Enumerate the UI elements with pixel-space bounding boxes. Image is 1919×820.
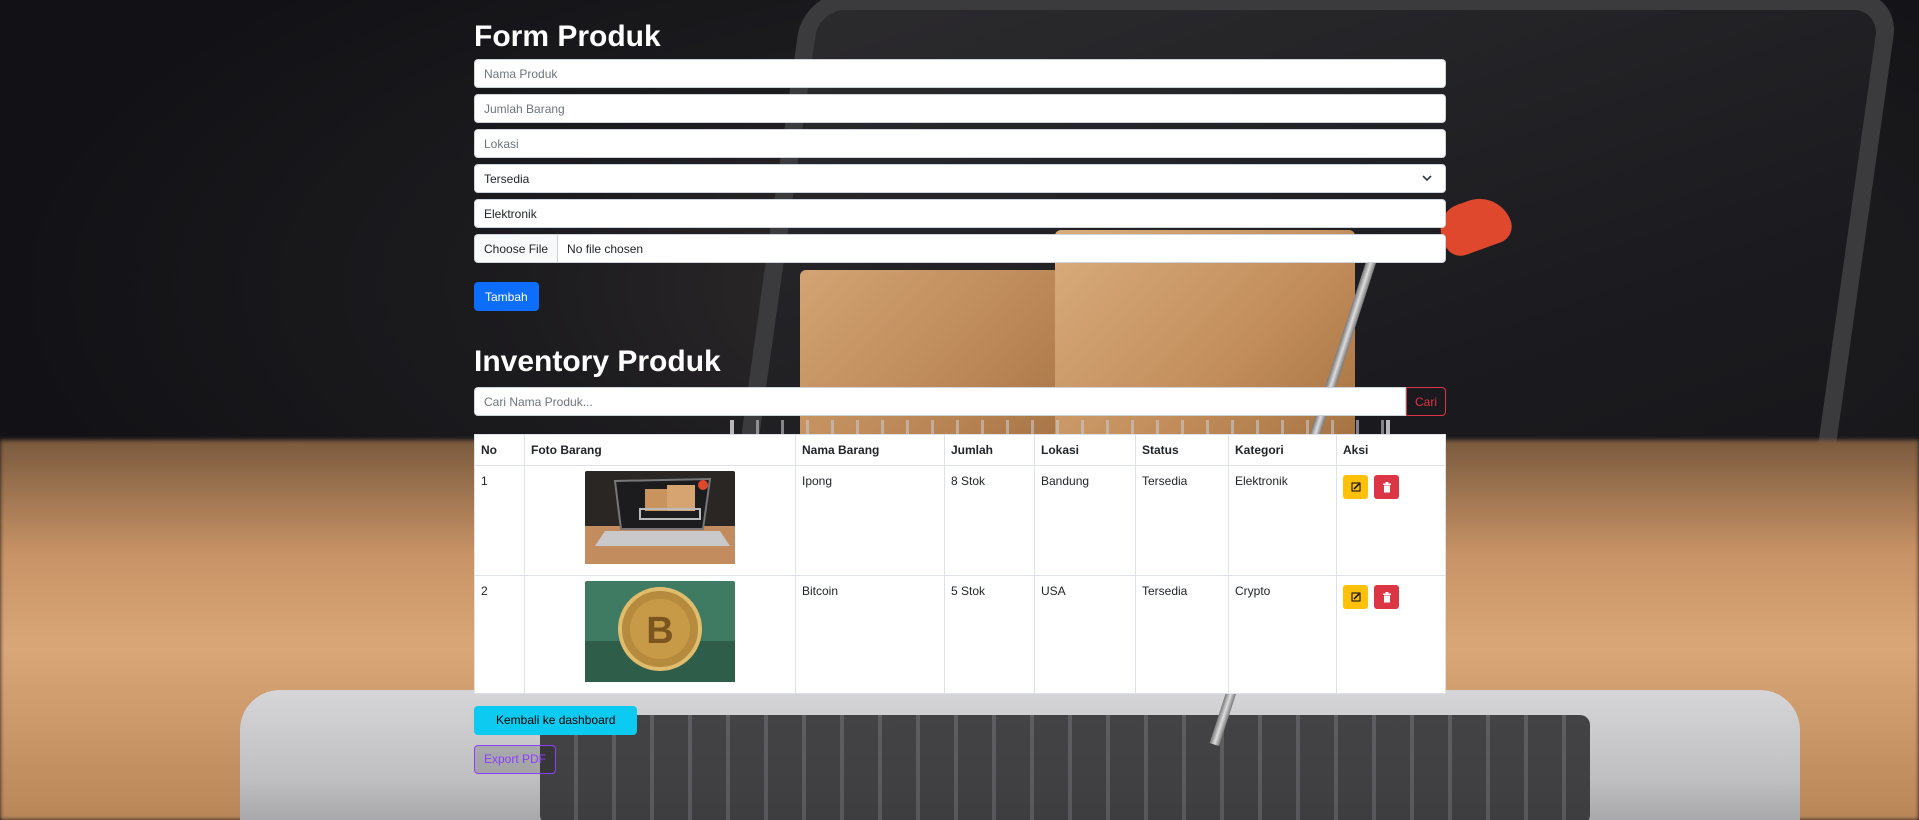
edit-button[interactable] xyxy=(1343,585,1368,609)
edit-button[interactable] xyxy=(1343,475,1368,499)
delete-button[interactable] xyxy=(1374,585,1399,609)
column-header-nama: Nama Barang xyxy=(795,434,945,466)
nama-produk-input[interactable]: Nama Produk xyxy=(474,59,1446,88)
column-header-foto: Foto Barang xyxy=(524,434,796,466)
table-header-row: No Foto Barang Nama Barang Jumlah Lokasi… xyxy=(474,434,1446,466)
export-pdf-button[interactable]: Export PDF xyxy=(474,745,557,774)
choose-file-button[interactable]: Choose File xyxy=(475,235,559,262)
form-title: Form Produk xyxy=(474,20,661,53)
cell-aksi xyxy=(1336,465,1446,576)
svg-text:B: B xyxy=(646,610,673,652)
cell-no: 2 xyxy=(474,575,525,694)
tambah-button[interactable]: Tambah xyxy=(474,282,539,311)
kembali-dashboard-button[interactable]: Kembali ke dashboard xyxy=(474,706,638,735)
edit-icon xyxy=(1351,592,1360,602)
column-header-lokasi: Lokasi xyxy=(1034,434,1136,466)
cell-kategori: Elektronik xyxy=(1228,465,1337,576)
cell-foto: B xyxy=(524,575,796,694)
cell-lokasi: USA xyxy=(1034,575,1136,694)
column-header-kategori: Kategori xyxy=(1228,434,1337,466)
cell-no: 1 xyxy=(474,465,525,576)
cell-status: Tersedia xyxy=(1135,465,1229,576)
inventory-title: Inventory Produk xyxy=(474,345,721,378)
trash-icon xyxy=(1382,591,1391,602)
search-placeholder: Cari Nama Produk... xyxy=(484,394,593,409)
trash-icon xyxy=(1382,481,1391,492)
edit-icon xyxy=(1351,482,1360,492)
column-header-aksi: Aksi xyxy=(1336,434,1446,466)
cell-lokasi: Bandung xyxy=(1034,465,1136,576)
jumlah-barang-input[interactable]: Jumlah Barang xyxy=(474,94,1446,123)
table-row: 2 B Bitcoin 5 Stok USA Tersedia Crypto xyxy=(474,575,1446,694)
kategori-input[interactable]: Elektronik xyxy=(474,199,1446,228)
status-select[interactable]: Tersedia xyxy=(474,164,1446,193)
kategori-value: Elektronik xyxy=(484,206,537,221)
main-container: Form Produk Nama Produk Jumlah Barang Lo… xyxy=(474,0,1446,774)
cell-nama: Bitcoin xyxy=(795,575,945,694)
lokasi-input[interactable]: Lokasi xyxy=(474,129,1446,158)
lokasi-placeholder: Lokasi xyxy=(484,136,519,151)
cell-aksi xyxy=(1336,575,1446,694)
cell-foto xyxy=(524,465,796,576)
column-header-no: No xyxy=(474,434,525,466)
file-input[interactable]: Choose File No file chosen xyxy=(474,234,1446,263)
file-status-text: No file chosen xyxy=(567,241,644,256)
cell-status: Tersedia xyxy=(1135,575,1229,694)
search-input[interactable]: Cari Nama Produk... xyxy=(474,387,1406,416)
cell-kategori: Crypto xyxy=(1228,575,1337,694)
chevron-down-icon xyxy=(1422,175,1432,182)
nama-produk-placeholder: Nama Produk xyxy=(484,66,558,81)
column-header-jumlah: Jumlah xyxy=(944,434,1035,466)
search-button[interactable]: Cari xyxy=(1406,387,1446,416)
table-row: 1 Ipong 8 Stok Bandung Tersedia Elektron… xyxy=(474,465,1446,576)
cell-jumlah: 5 Stok xyxy=(944,575,1035,694)
bitcoin-coin-photo: B xyxy=(585,581,735,685)
cell-nama: Ipong xyxy=(795,465,945,576)
search-bar: Cari Nama Produk... Cari xyxy=(474,387,1446,416)
inventory-table: No Foto Barang Nama Barang Jumlah Lokasi… xyxy=(474,434,1446,694)
column-header-status: Status xyxy=(1135,434,1229,466)
status-select-value: Tersedia xyxy=(484,171,530,186)
laptop-cart-photo xyxy=(585,471,735,567)
jumlah-barang-placeholder: Jumlah Barang xyxy=(484,101,565,116)
delete-button[interactable] xyxy=(1374,475,1399,499)
cell-jumlah: 8 Stok xyxy=(944,465,1035,576)
